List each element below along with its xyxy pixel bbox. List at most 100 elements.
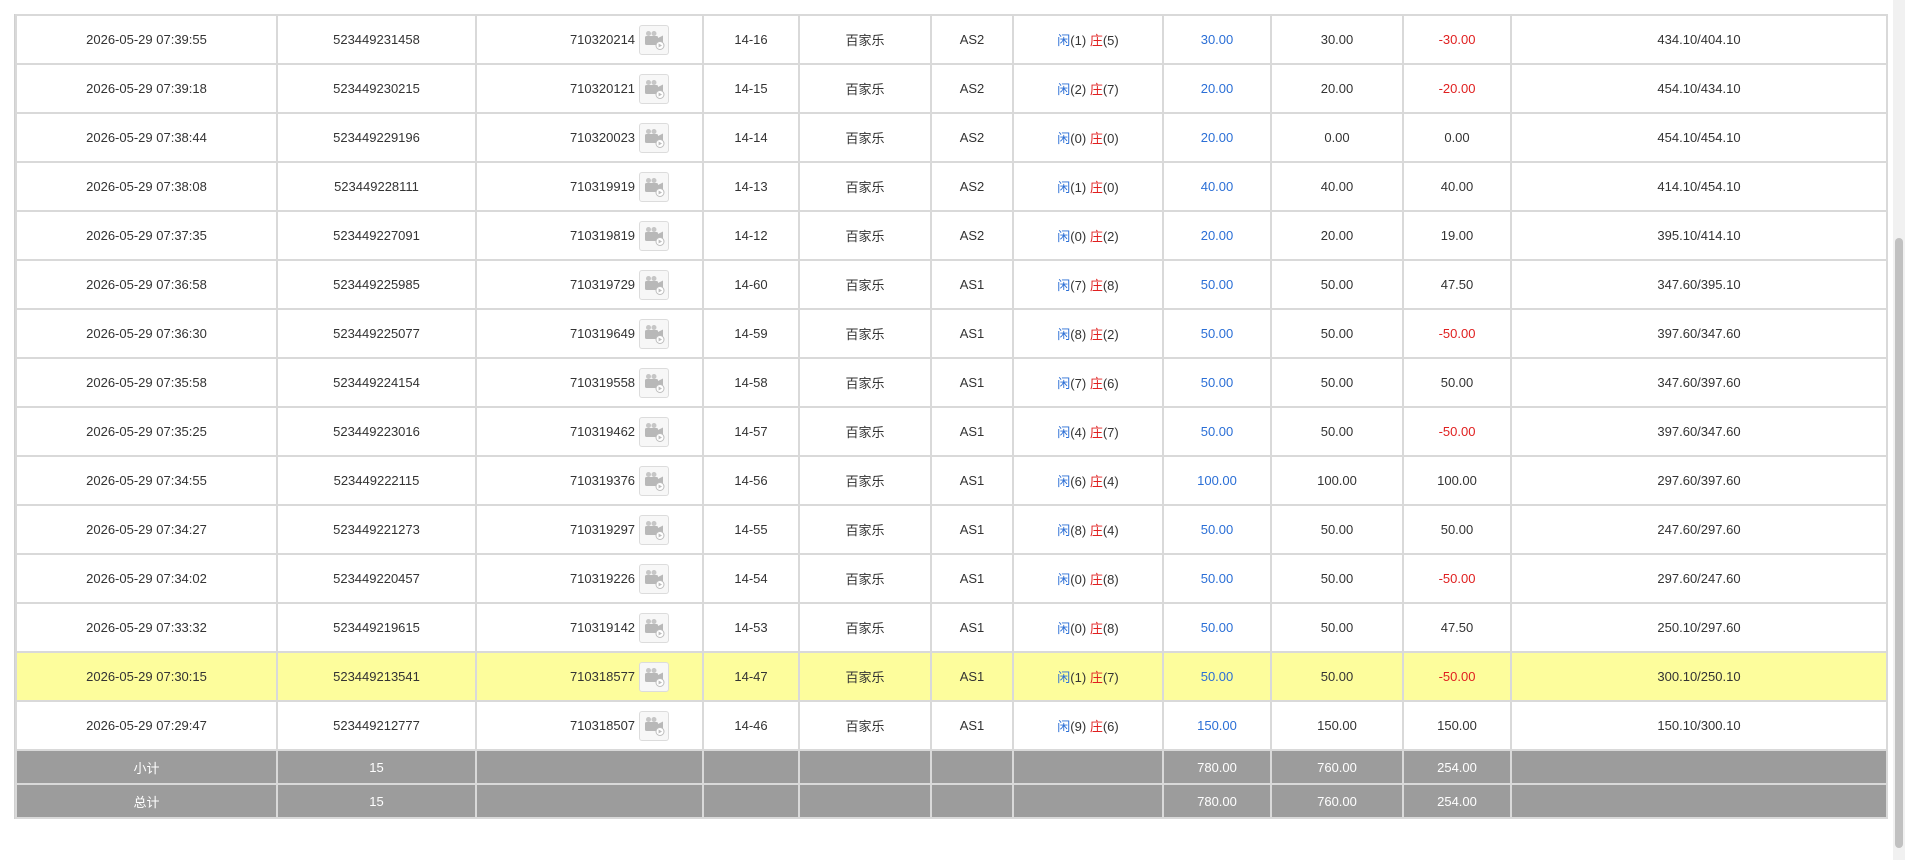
video-camera-icon[interactable] (639, 661, 670, 692)
player-label: 闲 (1057, 82, 1071, 97)
result-cell: 闲(8) 庄(4) (1012, 504, 1164, 555)
table-code: AS2 (930, 112, 1014, 163)
vertical-scrollbar[interactable] (1893, 0, 1905, 860)
video-camera-icon[interactable] (639, 612, 670, 643)
banker-score: (4) (1102, 474, 1119, 489)
player-score: (2) (1070, 82, 1087, 97)
bet-id: 523449230215 (276, 63, 477, 114)
video-camera-icon[interactable] (639, 710, 670, 741)
player-label: 闲 (1057, 670, 1071, 685)
table-footer: 小计 15 780.00 760.00 254.00 总计 15 780.00 … (15, 749, 1888, 819)
balance-change: 297.60/247.60 (1510, 553, 1888, 604)
video-camera-icon[interactable] (639, 416, 670, 447)
total-empty (930, 783, 1014, 819)
player-label: 闲 (1057, 719, 1071, 734)
video-camera-icon[interactable] (639, 24, 670, 55)
total-empty (798, 783, 932, 819)
bet-amount: 50.00 (1162, 651, 1272, 702)
table-code: AS1 (930, 259, 1014, 310)
shoe-round: 14-55 (702, 504, 800, 555)
scrollbar-thumb[interactable] (1895, 238, 1903, 848)
game-id-cell: 710320121 (475, 63, 704, 114)
table-row: 2026-05-29 07:34:27 523449221273 7103192… (15, 504, 1888, 555)
bet-time: 2026-05-29 07:34:27 (15, 504, 278, 555)
result-cell: 闲(0) 庄(8) (1012, 602, 1164, 653)
bet-amount: 150.00 (1162, 700, 1272, 751)
game-id: 710319558 (569, 375, 636, 390)
banker-score: (8) (1102, 621, 1119, 636)
shoe-round: 14-46 (702, 700, 800, 751)
bet-amount: 40.00 (1162, 161, 1272, 212)
game-id: 710319919 (569, 179, 636, 194)
video-camera-icon[interactable] (639, 514, 670, 545)
game-id-cell: 710319819 (475, 210, 704, 261)
game-id-cell: 710319649 (475, 308, 704, 359)
win-loss: -50.00 (1402, 553, 1512, 604)
total-win: 254.00 (1402, 783, 1512, 819)
valid-bet: 50.00 (1270, 357, 1404, 408)
video-camera-icon[interactable] (639, 563, 670, 594)
win-loss: 50.00 (1402, 504, 1512, 555)
bet-id: 523449229196 (276, 112, 477, 163)
table-row: 2026-05-29 07:35:58 523449224154 7103195… (15, 357, 1888, 408)
total-empty (475, 783, 704, 819)
table-code: AS1 (930, 504, 1014, 555)
video-camera-icon[interactable] (639, 465, 670, 496)
player-label: 闲 (1057, 376, 1071, 391)
balance-change: 414.10/454.10 (1510, 161, 1888, 212)
video-camera-icon[interactable] (639, 171, 670, 202)
game-type: 百家乐 (798, 553, 932, 604)
bet-amount: 50.00 (1162, 259, 1272, 310)
game-id: 710319226 (569, 571, 636, 586)
game-id-cell: 710318507 (475, 700, 704, 751)
banker-label: 庄 (1089, 327, 1103, 342)
banker-score: (0) (1102, 180, 1119, 195)
video-camera-icon[interactable] (639, 318, 670, 349)
player-label: 闲 (1057, 425, 1071, 440)
video-camera-icon[interactable] (639, 269, 670, 300)
result-cell: 闲(7) 庄(8) (1012, 259, 1164, 310)
bet-id: 523449223016 (276, 406, 477, 457)
shoe-round: 14-59 (702, 308, 800, 359)
banker-score: (6) (1102, 376, 1119, 391)
result-cell: 闲(0) 庄(2) (1012, 210, 1164, 261)
valid-bet: 50.00 (1270, 308, 1404, 359)
game-type: 百家乐 (798, 651, 932, 702)
player-label: 闲 (1057, 33, 1071, 48)
game-type: 百家乐 (798, 602, 932, 653)
shoe-round: 14-12 (702, 210, 800, 261)
bet-records-table: 2026-05-29 07:39:55 523449231458 7103202… (14, 14, 1888, 819)
video-camera-icon[interactable] (639, 220, 670, 251)
balance-change: 397.60/347.60 (1510, 406, 1888, 457)
valid-bet: 150.00 (1270, 700, 1404, 751)
banker-label: 庄 (1089, 278, 1103, 293)
subtotal-bet: 780.00 (1162, 749, 1272, 785)
shoe-round: 14-54 (702, 553, 800, 604)
table-code: AS1 (930, 651, 1014, 702)
game-id: 710319142 (569, 620, 636, 635)
game-id: 710319462 (569, 424, 636, 439)
game-id-cell: 710319919 (475, 161, 704, 212)
win-loss: 50.00 (1402, 357, 1512, 408)
valid-bet: 50.00 (1270, 602, 1404, 653)
subtotal-empty (702, 749, 800, 785)
result-cell: 闲(1) 庄(0) (1012, 161, 1164, 212)
banker-label: 庄 (1089, 33, 1103, 48)
video-camera-icon[interactable] (639, 73, 670, 104)
subtotal-valid: 760.00 (1270, 749, 1404, 785)
table-code: AS1 (930, 553, 1014, 604)
video-camera-icon[interactable] (639, 367, 670, 398)
player-label: 闲 (1057, 131, 1071, 146)
banker-score: (2) (1102, 229, 1119, 244)
total-empty (1012, 783, 1164, 819)
game-id-cell: 710319558 (475, 357, 704, 408)
game-id-cell: 710319226 (475, 553, 704, 604)
bet-time: 2026-05-29 07:36:30 (15, 308, 278, 359)
table-row: 2026-05-29 07:39:18 523449230215 7103201… (15, 63, 1888, 114)
player-label: 闲 (1057, 474, 1071, 489)
table-body: 2026-05-29 07:39:55 523449231458 7103202… (15, 14, 1888, 751)
game-type: 百家乐 (798, 455, 932, 506)
video-camera-icon[interactable] (639, 122, 670, 153)
bet-records-page: 2026-05-29 07:39:55 523449231458 7103202… (0, 0, 1905, 860)
total-empty (1510, 783, 1888, 819)
